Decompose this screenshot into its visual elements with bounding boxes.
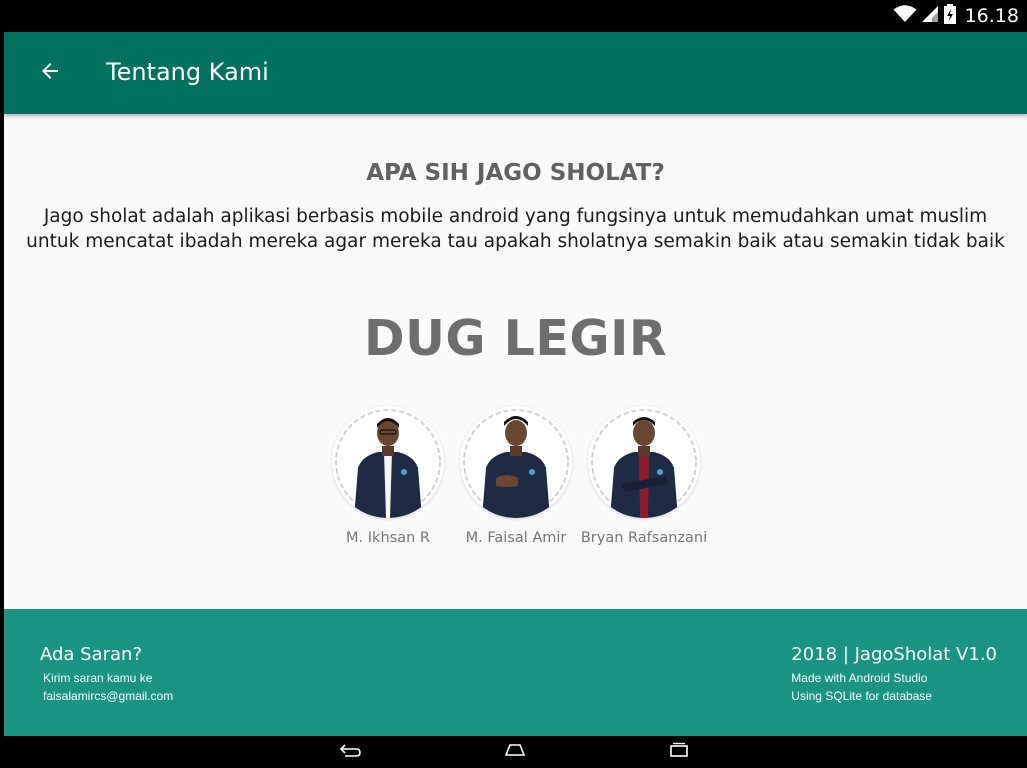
- footer-contact-email[interactable]: faisalamircs@gmail.com: [43, 687, 173, 705]
- team-member: Bryan Rafsanzani: [574, 406, 714, 546]
- member-name: M. Ikhsan R: [346, 530, 430, 546]
- nav-back-button[interactable]: [331, 740, 371, 764]
- battery-icon: [943, 3, 957, 29]
- footer-app-info: 2018 | JagoSholat V1.0 Made with Android…: [791, 644, 997, 705]
- team-member: M. Ikhsan R: [318, 406, 458, 546]
- wifi-icon: [893, 4, 917, 28]
- status-time: 16.18: [964, 5, 1019, 27]
- recents-nav-icon: [667, 742, 691, 763]
- status-icons: 16.18: [893, 3, 1019, 29]
- team-members: M. Ikhsan R M. Faisal Amir Bryan Rafsanz…: [314, 406, 734, 556]
- page-title: Tentang Kami: [106, 58, 269, 86]
- app-bar: Tentang Kami: [4, 32, 1027, 114]
- back-nav-icon: [339, 742, 363, 763]
- footer: Ada Saran? Kirim saran kamu ke faisalami…: [4, 609, 1027, 736]
- about-description: Jago sholat adalah aplikasi berbasis mob…: [26, 206, 1005, 252]
- nav-recents-button[interactable]: [659, 740, 699, 764]
- about-heading: APA SIH JAGO SHOLAT?: [366, 160, 665, 186]
- member-photo: [332, 406, 444, 518]
- home-nav-icon: [503, 742, 527, 763]
- app-screen: Tentang Kami APA SIH JAGO SHOLAT? Jago s…: [4, 32, 1027, 736]
- team-name: DUG LEGIR: [363, 310, 668, 367]
- arrow-left-icon: [38, 59, 62, 88]
- back-button[interactable]: [32, 55, 68, 91]
- team-member: M. Faisal Amir: [446, 406, 586, 546]
- footer-contact-title: Ada Saran?: [40, 644, 143, 665]
- footer-contact-text: Kirim saran kamu ke: [43, 671, 153, 685]
- footer-database: Using SQLite for database: [791, 689, 933, 703]
- member-name: M. Faisal Amir: [465, 530, 567, 546]
- footer-version: 2018 | JagoSholat V1.0: [791, 644, 997, 665]
- member-photo: [588, 406, 700, 518]
- status-bar: 16.18: [0, 0, 1027, 32]
- footer-made-with: Made with Android Studio: [791, 671, 928, 685]
- cell-signal-icon: [921, 5, 939, 28]
- footer-contact: Ada Saran? Kirim saran kamu ke faisalami…: [40, 644, 173, 705]
- member-name: Bryan Rafsanzani: [580, 530, 708, 546]
- member-photo: [460, 406, 572, 518]
- system-nav-bar: [0, 736, 1027, 768]
- nav-home-button[interactable]: [495, 740, 535, 764]
